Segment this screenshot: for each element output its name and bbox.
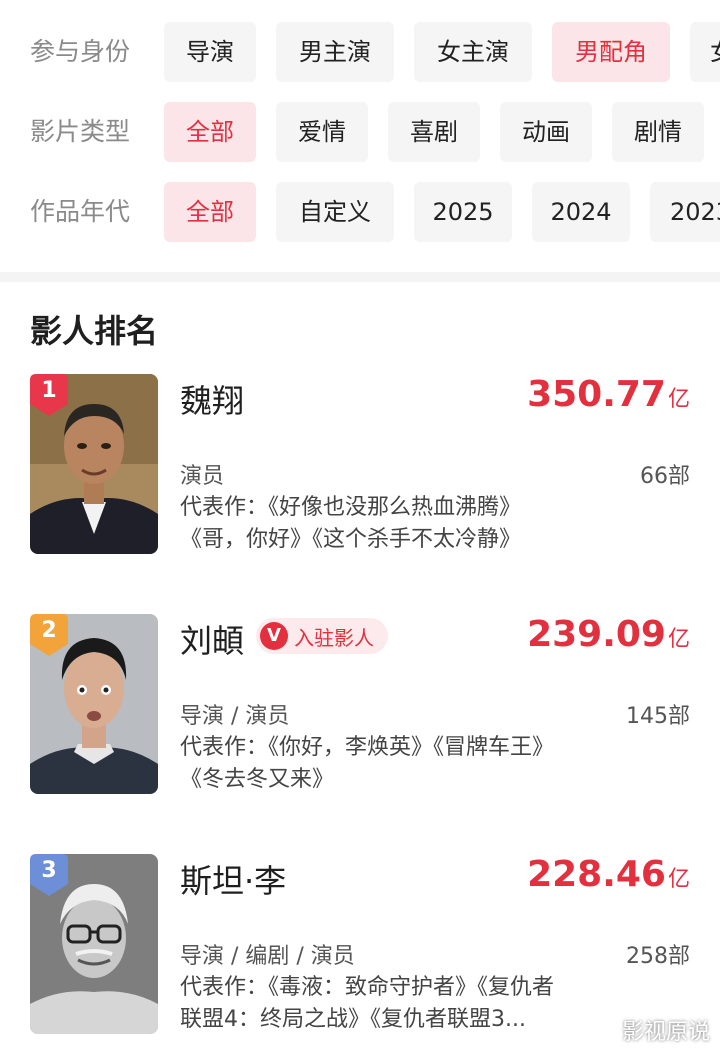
filter-panel: 参与身份 导演 男主演 女主演 男配角 女 影片类型 全部 爱情 喜剧 动画 剧… (0, 0, 720, 272)
person-name[interactable]: 刘頔 (180, 616, 244, 662)
chip-genre-animation[interactable]: 动画 (500, 102, 592, 162)
filter-label-era: 作品年代 (30, 197, 131, 226)
chip-director[interactable]: 导演 (164, 22, 256, 82)
filter-row-identity: 参与身份 导演 男主演 女主演 男配角 女 (0, 22, 720, 82)
box-office-unit: 亿 (667, 387, 690, 412)
box-office-unit: 亿 (667, 627, 690, 652)
chip-genre-drama[interactable]: 剧情 (612, 102, 704, 162)
box-office-value: 350.77 (527, 374, 666, 415)
work-count: 145部 (626, 704, 690, 729)
person-role: 演员 (180, 464, 225, 489)
box-office-value: 239.09 (527, 614, 666, 655)
person-card-1[interactable]: 1 魏翔 350.77亿 演员 66部 代表作：《好像也没那么热血沸腾》《哥，你… (0, 374, 720, 574)
representative-works: 代表作：《你好，李焕英》《冒牌车王》《冬去冬又来》 (180, 735, 555, 792)
chip-genre-all[interactable]: 全部 (164, 102, 256, 162)
chip-lead-actor[interactable]: 男主演 (276, 22, 394, 82)
representative-works: 代表作：《毒液：致命守护者》《复仇者联盟4：终局之战》《复仇者联盟3... (180, 975, 555, 1032)
verified-label: 入驻影人 (294, 625, 374, 650)
watermark: 影视原说 (621, 1020, 710, 1045)
rank-number: 1 (41, 378, 57, 403)
rank-badge-2: 2 (30, 614, 68, 656)
chip-supporting-actor[interactable]: 男配角 (552, 22, 670, 82)
chip-genre-romance[interactable]: 爱情 (276, 102, 368, 162)
chip-lead-actress[interactable]: 女主演 (414, 22, 532, 82)
person-name[interactable]: 魏翔 (180, 376, 244, 422)
work-count: 258部 (626, 944, 690, 969)
verified-badge: V 入驻影人 (256, 618, 388, 654)
box-office: 350.77亿 (527, 374, 690, 415)
chip-supporting-actress[interactable]: 女 (690, 22, 720, 82)
chip-era-2025[interactable]: 2025 (414, 182, 512, 242)
person-card-3[interactable]: 3 斯坦·李 228.46亿 导演 / 编剧 / 演员 258部 代表作：《毒液… (0, 854, 720, 1054)
box-office-value: 228.46 (527, 854, 666, 895)
chip-era-2024[interactable]: 2024 (532, 182, 630, 242)
work-count: 66部 (640, 464, 690, 489)
rank-badge-1: 1 (30, 374, 68, 416)
filter-row-era: 作品年代 全部 自定义 2025 2024 2023 (0, 182, 720, 242)
person-name[interactable]: 斯坦·李 (180, 856, 286, 902)
chip-era-all[interactable]: 全部 (164, 182, 256, 242)
filter-label-genre: 影片类型 (30, 117, 131, 146)
box-office: 239.09亿 (527, 614, 690, 655)
section-title: 影人排名 (30, 312, 159, 350)
person-card-2[interactable]: 2 刘頔 V 入驻影人 239.09亿 导演 / 演员 145部 代表作：《你好… (0, 614, 720, 814)
verified-icon: V (260, 622, 288, 650)
section-divider (0, 272, 720, 282)
representative-works: 代表作：《好像也没那么热血沸腾》《哥，你好》《这个杀手不太冷静》 (180, 495, 522, 552)
rank-badge-3: 3 (30, 854, 68, 896)
filter-label-identity: 参与身份 (30, 37, 131, 66)
box-office: 228.46亿 (527, 854, 690, 895)
chip-genre-comedy[interactable]: 喜剧 (388, 102, 480, 162)
chip-era-2023[interactable]: 2023 (650, 182, 720, 242)
filter-row-genre: 影片类型 全部 爱情 喜剧 动画 剧情 (0, 102, 720, 162)
rank-number: 3 (41, 858, 57, 883)
person-role: 导演 / 演员 (180, 704, 290, 729)
person-role: 导演 / 编剧 / 演员 (180, 944, 355, 969)
rank-number: 2 (41, 618, 57, 643)
chip-era-custom[interactable]: 自定义 (276, 182, 394, 242)
box-office-unit: 亿 (667, 867, 690, 892)
